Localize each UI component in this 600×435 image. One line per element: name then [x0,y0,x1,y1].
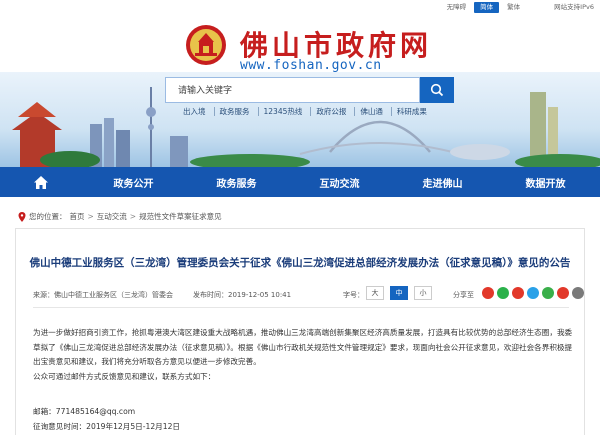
nav-item-interaction[interactable]: 互动交流 [288,167,391,197]
home-icon [34,175,48,189]
location-pin-icon [18,211,26,222]
nav-item-about-foshan[interactable]: 走进佛山 [391,167,494,197]
quick-link-foshan-tong[interactable]: 佛山通 [354,107,388,116]
meta-divider [33,307,569,308]
breadcrumb: 您的位置： 首页 > 互动交流 > 规范性文件草案征求意见 [18,211,222,222]
font-size-medium-button[interactable]: 中 [390,286,408,300]
article-paragraph: 公众可通过邮件方式反馈意见和建议，联系方式如下： [33,371,216,381]
city-emblem-icon [186,25,226,65]
quick-link-exit-entry[interactable]: 出入境 [178,107,211,116]
article-body: 为进一步做好招商引资工作，抢抓粤港澳大湾区建设重大战略机遇，推动佛山三龙湾高端创… [33,326,573,384]
share-more-icon[interactable] [572,287,584,299]
share-renren-icon[interactable] [557,287,569,299]
breadcrumb-current[interactable]: 规范性文件草案征求意见 [139,211,222,222]
article-title: 佛山中德工业服务区（三龙湾）管理委员会关于征求《佛山三龙湾促进总部经济发展办法（… [29,257,571,269]
font-size-label: 字号： [343,291,364,299]
search-button[interactable] [420,77,454,103]
share-douban-icon[interactable] [542,287,554,299]
nav-item-open-data[interactable]: 数据开放 [494,167,597,197]
share-qq-icon[interactable] [527,287,539,299]
article-source: 来源：佛山中德工业服务区（三龙湾）管委会 [33,291,173,299]
breadcrumb-separator: > [87,212,94,221]
share-label: 分享至 [453,291,474,299]
quick-link-gov-gazette[interactable]: 政府公报 [310,107,351,116]
breadcrumb-interaction[interactable]: 互动交流 [97,211,127,222]
site-header: 佛山市政府网 www.foshan.gov.cn [0,10,600,73]
share-wechat-icon[interactable] [497,287,509,299]
main-nav: 政务公开 政务服务 互动交流 走进佛山 数据开放 [0,167,600,197]
quick-link-12345-hotline[interactable]: 12345热线 [257,107,308,116]
breadcrumb-home[interactable]: 首页 [70,211,85,222]
font-size-large-button[interactable]: 大 [366,286,384,300]
nav-item-gov-affairs[interactable]: 政务公开 [82,167,185,197]
font-size-small-button[interactable]: 小 [414,286,432,300]
share-icons [482,287,584,299]
search-input[interactable] [166,78,419,102]
contact-email: 邮箱：771485164@qq.com [33,407,136,416]
nav-home[interactable] [0,167,82,197]
quick-links: 出入境 政务服务 12345热线 政府公报 佛山通 科研成果 [178,107,432,116]
breadcrumb-separator: > [129,212,137,221]
contact-info: 邮箱：771485164@qq.com 征询意见时间：2019年12月5日-12… [33,404,180,434]
search-box [165,77,420,103]
share-weibo-icon[interactable] [482,287,494,299]
quick-link-gov-services[interactable]: 政务服务 [213,107,255,116]
article-paragraph: 为进一步做好招商引资工作，抢抓粤港澳大湾区建设重大战略机遇，推动佛山三龙湾高端创… [33,328,573,366]
feedback-period: 征询意见时间：2019年12月5日-12月12日 [33,422,181,431]
article-meta: 来源：佛山中德工业服务区（三龙湾）管委会 发布时间：2019-12-05 10:… [33,284,585,304]
breadcrumb-prefix: 您的位置： [29,212,67,221]
nav-item-gov-services[interactable]: 政务服务 [185,167,288,197]
publish-date: 发布时间：2019-12-05 10:41 [193,291,292,299]
quick-link-research[interactable]: 科研成果 [390,107,432,116]
search-icon [430,83,444,97]
site-url: www.foshan.gov.cn [240,58,382,73]
share-qzone-icon[interactable] [512,287,524,299]
